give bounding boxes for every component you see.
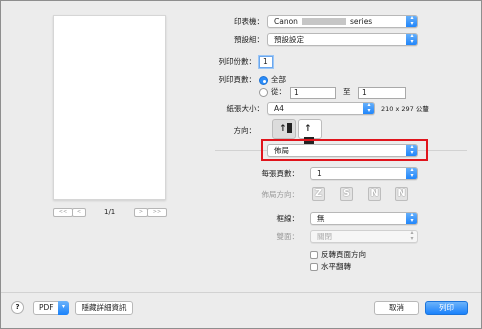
section-value: 佈局 <box>274 146 289 155</box>
printer-name: Canon <box>274 17 298 26</box>
direction-n-icon[interactable]: N <box>368 187 381 201</box>
landscape-orientation-button[interactable]: ↑ <box>298 119 322 144</box>
presets-value: 預設設定 <box>274 35 304 44</box>
two-sided-value: 關閉 <box>317 232 332 241</box>
first-page-button[interactable]: << <box>53 208 73 217</box>
paper-size-select[interactable]: A4 ▴ ▾ <box>267 102 375 115</box>
chevron-updown-icon: ▴ ▾ <box>406 168 417 179</box>
chevron-updown-icon: ▴ ▾ <box>406 213 417 224</box>
reverse-orientation-label: 反轉頁面方向 <box>321 250 366 259</box>
chevron-updown-icon: ▴ ▾ <box>410 230 414 242</box>
chevron-updown-icon: ▴ ▾ <box>363 103 374 114</box>
direction-z-icon[interactable]: Z <box>312 187 325 201</box>
pages-per-sheet-select[interactable]: 1 ▴ ▾ <box>310 167 418 180</box>
printer-series: series <box>350 17 373 26</box>
next-page-button[interactable]: > <box>134 208 148 217</box>
portrait-icon: ↑ <box>279 123 292 135</box>
page-indicator: 1/1 <box>104 208 116 216</box>
printer-label: 印表機： <box>234 17 264 26</box>
reverse-orientation-checkbox[interactable] <box>310 251 318 259</box>
pages-per-sheet-value: 1 <box>317 169 322 178</box>
paper-size-label: 紙張大小： <box>226 104 265 113</box>
pages-all-radio[interactable] <box>259 76 268 85</box>
pages-from-label: 從： <box>271 87 286 96</box>
portrait-orientation-button[interactable]: ↑ <box>272 119 296 139</box>
direction-s-icon[interactable]: S <box>340 187 353 201</box>
printer-model-redacted <box>302 18 346 25</box>
layout-direction-label: 佈局方向： <box>261 190 300 199</box>
section-select[interactable]: 佈局 ▴ ▾ <box>267 144 418 157</box>
pdf-menu-button[interactable]: PDF ▾ <box>33 301 69 315</box>
pages-to-field[interactable]: 1 <box>358 87 406 99</box>
hide-details-button[interactable]: 隱藏詳細資訊 <box>75 301 133 315</box>
two-sided-select[interactable]: 關閉 ▴ ▾ <box>310 230 418 243</box>
copies-field[interactable]: 1 <box>259 56 273 68</box>
previous-page-button[interactable]: < <box>72 208 86 217</box>
chevron-updown-icon: ▴ ▾ <box>406 16 417 27</box>
flip-horizontal-label: 水平翻轉 <box>321 262 351 271</box>
help-button[interactable]: ? <box>11 301 24 314</box>
pages-label: 列印頁數： <box>218 75 257 84</box>
border-label: 框線： <box>276 214 300 223</box>
border-value: 無 <box>317 214 325 223</box>
two-sided-label: 雙面： <box>276 232 300 241</box>
border-select[interactable]: 無 ▴ ▾ <box>310 212 418 225</box>
pages-range-radio[interactable] <box>259 88 268 97</box>
chevron-updown-icon: ▴ ▾ <box>406 34 417 45</box>
presets-label: 預設組： <box>234 35 264 44</box>
chevron-down-icon: ▾ <box>58 301 69 315</box>
chevron-updown-icon: ▴ ▾ <box>406 145 417 156</box>
pages-from-field[interactable]: 1 <box>290 87 336 99</box>
direction-n-reverse-icon[interactable]: N <box>395 187 408 201</box>
copies-label: 列印份數： <box>218 57 257 66</box>
pdf-label: PDF <box>39 303 54 312</box>
paper-dimensions: 210 x 297 公釐 <box>381 105 429 113</box>
flip-horizontal-checkbox[interactable] <box>310 263 318 271</box>
footer-separator <box>1 292 481 293</box>
presets-select[interactable]: 預設設定 ▴ ▾ <box>267 33 418 46</box>
page-preview <box>53 15 166 200</box>
pages-per-sheet-label: 每張頁數： <box>261 169 300 178</box>
pages-all-label: 全部 <box>271 75 286 84</box>
print-button[interactable]: 列印 <box>425 301 468 315</box>
orientation-label: 方向： <box>233 126 257 135</box>
print-dialog: << < 1/1 > >> 印表機： Canon series ▴ ▾ 預設組： … <box>0 0 482 329</box>
pages-to-label: 至 <box>343 87 351 96</box>
paper-size-value: A4 <box>274 104 284 113</box>
cancel-button[interactable]: 取消 <box>374 301 419 315</box>
printer-select[interactable]: Canon series ▴ ▾ <box>267 15 418 28</box>
last-page-button[interactable]: >> <box>147 208 167 217</box>
